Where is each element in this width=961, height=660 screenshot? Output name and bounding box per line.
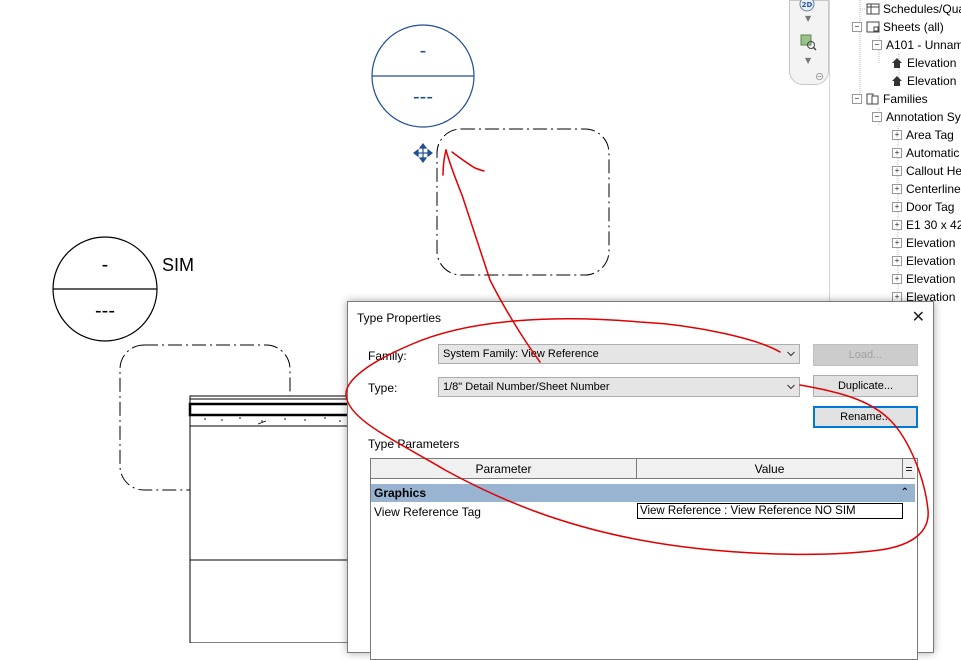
browser-tree-item[interactable]: + Automatic xyxy=(892,144,959,162)
schedule-icon xyxy=(866,3,880,15)
view-2d-icon[interactable]: 2D xyxy=(798,0,818,15)
browser-tree-item[interactable]: −A101 - Unnamed xyxy=(872,36,961,54)
crop-region-top[interactable] xyxy=(436,128,610,276)
browser-tree-item-label: Elevation xyxy=(907,74,957,88)
browser-tree-item[interactable]: − Families xyxy=(852,90,928,108)
collapse-icon[interactable]: − xyxy=(852,22,862,32)
parameter-row[interactable]: View Reference Tag View Reference : View… xyxy=(371,503,915,521)
browser-tree-item-label: Elevation xyxy=(906,272,956,286)
expand-icon[interactable]: + xyxy=(892,184,902,194)
expand-icon[interactable]: + xyxy=(892,148,902,158)
tag-top-sheet-number: --- xyxy=(413,86,433,108)
type-parameters-grid[interactable]: Parameter Value = Graphics ⌃ View Refere… xyxy=(370,458,918,660)
browser-tree-item-label: E1 30 x 42 xyxy=(906,218,961,232)
browser-tree-item-label: Families xyxy=(883,92,928,106)
collapse-icon[interactable]: ⌃ xyxy=(901,484,909,502)
chevron-down-icon xyxy=(787,384,795,390)
group-row-graphics[interactable]: Graphics ⌃ xyxy=(371,484,915,502)
browser-tree-item-label: Sheets (all) xyxy=(883,20,944,34)
duplicate-button[interactable]: Duplicate... xyxy=(813,375,918,397)
move-cursor-icon xyxy=(413,143,433,163)
tag-top-detail-number: - xyxy=(419,40,427,62)
group-name: Graphics xyxy=(374,486,427,500)
sheets-icon xyxy=(866,21,880,33)
browser-tree-item[interactable]: Elevation xyxy=(890,54,956,72)
type-dropdown-value: 1/8" Detail Number/Sheet Number xyxy=(443,381,610,393)
browser-tree-item-label: Area Tag xyxy=(906,128,954,142)
family-label: Family: xyxy=(368,349,407,363)
options-icon[interactable] xyxy=(815,72,824,81)
parameter-value-field[interactable]: View Reference : View Reference NO SIM xyxy=(637,503,903,519)
expand-icon[interactable]: + xyxy=(892,238,902,248)
browser-tree-item-label: Callout Head xyxy=(906,164,961,178)
browser-tree-item-label: Automatic xyxy=(906,146,960,160)
browser-tree-item[interactable]: −Annotation Symbols xyxy=(872,108,961,126)
expand-icon[interactable]: + xyxy=(892,130,902,140)
browser-tree-item[interactable]: + Elevation xyxy=(892,234,955,252)
family-dropdown-value: System Family: View Reference xyxy=(443,348,599,360)
expand-icon[interactable]: + xyxy=(892,256,902,266)
chevron-down-icon[interactable]: ▼ xyxy=(805,56,811,65)
browser-tree-item[interactable]: Elevation xyxy=(890,72,956,90)
tag-left-detail-number: - xyxy=(101,254,109,276)
collapse-icon[interactable]: − xyxy=(852,94,862,104)
browser-tree-item-label: Schedules/Quantities (all) xyxy=(883,2,961,16)
load-button[interactable]: Load... xyxy=(813,344,918,366)
browser-tree-item-label: A101 - Unnamed xyxy=(886,38,961,52)
elevation-view-icon xyxy=(892,76,902,86)
browser-tree-item[interactable]: + E1 30 x 42 xyxy=(892,216,961,234)
browser-tree-item-label: Annotation Symbols xyxy=(886,110,961,124)
navigation-bar[interactable]: 2D ▼ ▼ xyxy=(789,0,829,85)
zoom-region-icon[interactable] xyxy=(798,32,818,52)
browser-tree-item-label: Elevation xyxy=(906,254,956,268)
browser-tree-item[interactable]: + Door Tag xyxy=(892,198,954,216)
expand-icon[interactable]: + xyxy=(892,202,902,212)
browser-tree-item[interactable]: − Sheets (all) xyxy=(852,18,944,36)
value-column-header[interactable]: Value xyxy=(637,459,903,479)
dialog-title: Type Properties xyxy=(357,311,442,325)
browser-tree-item[interactable]: + Elevation xyxy=(892,270,955,288)
parameter-column-header[interactable]: Parameter xyxy=(371,459,637,479)
type-label: Type: xyxy=(368,381,398,395)
chevron-down-icon[interactable]: ▼ xyxy=(805,14,811,23)
browser-tree-item[interactable]: + Area Tag xyxy=(892,126,954,144)
elevation-view-icon xyxy=(892,58,902,68)
browser-tree-item-label: Door Tag xyxy=(906,200,955,214)
browser-tree-item-label: Elevation xyxy=(906,236,956,250)
browser-tree-item-label: Centerline xyxy=(906,182,961,196)
tag-left-sheet-number: --- xyxy=(95,300,115,322)
browser-tree-item[interactable]: + Elevation xyxy=(892,252,955,270)
close-icon[interactable]: ✕ xyxy=(912,307,925,326)
browser-tree-item-label: Elevation xyxy=(907,56,957,70)
rename-button[interactable]: Rename... xyxy=(813,406,918,428)
browser-tree-item[interactable]: Schedules/Quantities (all) xyxy=(866,0,961,18)
sim-label: SIM xyxy=(162,255,195,275)
families-icon xyxy=(866,93,879,105)
collapse-icon[interactable]: − xyxy=(872,40,882,50)
type-parameters-label: Type Parameters xyxy=(368,437,460,451)
view-2d-label: 2D xyxy=(802,1,813,9)
chevron-down-icon xyxy=(787,351,795,357)
column-menu-button[interactable]: = xyxy=(903,459,915,479)
expand-icon[interactable]: + xyxy=(892,166,902,176)
detail-element[interactable] xyxy=(188,395,352,643)
browser-tree-item[interactable]: + Callout Head xyxy=(892,162,961,180)
expand-icon[interactable]: + xyxy=(892,274,902,284)
collapse-icon[interactable]: − xyxy=(872,112,882,122)
expand-icon[interactable]: + xyxy=(892,220,902,230)
parameter-name: View Reference Tag xyxy=(374,505,481,519)
type-dropdown[interactable]: 1/8" Detail Number/Sheet Number xyxy=(438,377,800,397)
family-dropdown[interactable]: System Family: View Reference xyxy=(438,344,800,364)
browser-tree-item[interactable]: + Centerline xyxy=(892,180,961,198)
view-reference-tag-left[interactable] xyxy=(52,236,158,342)
type-properties-dialog[interactable]: Type Properties ✕ Family: System Family:… xyxy=(347,301,934,660)
